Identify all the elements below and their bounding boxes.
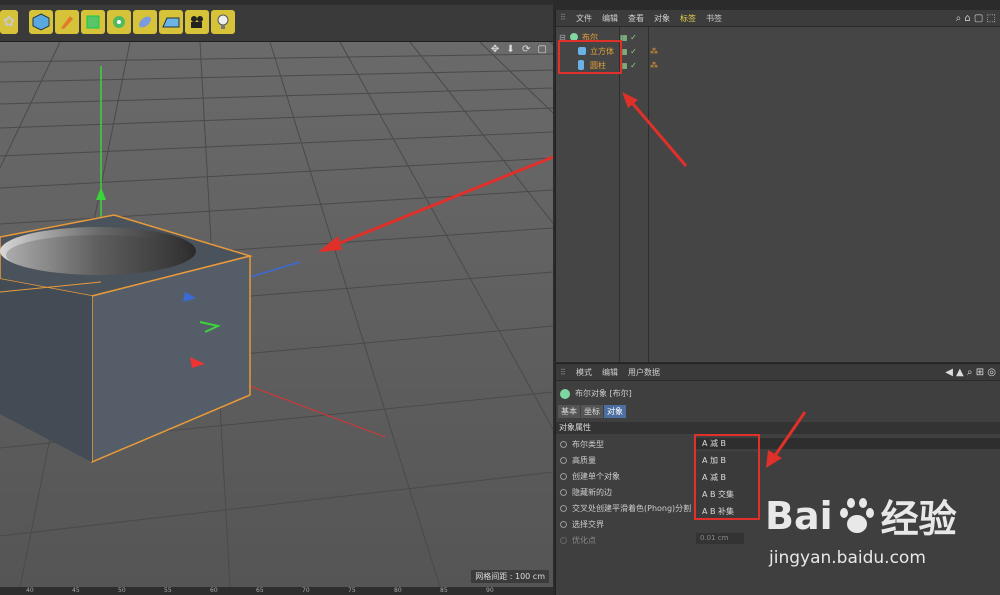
ruler-tick: 80	[394, 587, 402, 594]
boole-icon	[560, 388, 570, 399]
am-menu-userdata[interactable]: 用户数据	[628, 367, 660, 378]
prop-label: 布尔类型	[572, 440, 604, 449]
om-menu-view[interactable]: 查看	[628, 13, 644, 24]
annotation-arrow	[622, 92, 688, 167]
ruler-tick: 60	[210, 587, 218, 594]
camera-icon[interactable]	[185, 10, 209, 34]
visibility-flags[interactable]: ▦ ✓	[620, 61, 637, 70]
object-manager-menu: ⠿ 文件 编辑 查看 对象 标签 书签 ⌕ ⌂ ▢ ⬚	[556, 10, 1000, 27]
object-manager: ⠿ 文件 编辑 查看 对象 标签 书签 ⌕ ⌂ ▢ ⬚ ⊟ 布尔 ▦ ✓ 立方体…	[555, 10, 1000, 362]
radio-icon[interactable]	[560, 537, 567, 544]
ruler-tick: 85	[440, 587, 448, 594]
object-row-cube[interactable]: 立方体 ▦ ✓ ⁂	[556, 44, 1000, 58]
ruler-tick: 50	[118, 587, 126, 594]
material-tag-icon[interactable]: ⁂	[650, 47, 658, 56]
visibility-flags[interactable]: ▦ ✓	[620, 33, 637, 42]
prop-label: 选择交界	[572, 520, 604, 529]
paw-logo-icon	[835, 496, 879, 536]
prop-high-quality[interactable]: 高质量	[560, 455, 596, 466]
prop-label: 优化点	[572, 536, 596, 545]
mograph-icon[interactable]	[107, 10, 131, 34]
om-menu-objects[interactable]: 对象	[654, 13, 670, 24]
am-menu-mode[interactable]: 模式	[576, 367, 592, 378]
prop-label: 创建单个对象	[572, 472, 620, 481]
prop-boolean-type[interactable]: 布尔类型	[560, 439, 604, 450]
deformer-icon[interactable]	[133, 10, 157, 34]
visibility-flags[interactable]: ▦ ✓	[620, 47, 637, 56]
am-nav-icons[interactable]: ◀ ▲ ⌕ ⊞ ◎	[945, 367, 996, 378]
prop-phong-break[interactable]: 交叉处创建平滑着色(Phong)分割	[560, 503, 691, 514]
radio-icon[interactable]	[560, 473, 567, 480]
prop-label: 交叉处创建平滑着色(Phong)分割	[572, 504, 692, 513]
light-icon[interactable]	[211, 10, 235, 34]
ruler-tick: 90	[486, 587, 494, 594]
tab-object[interactable]: 对象	[604, 405, 626, 418]
highlight-box-objects	[558, 40, 622, 74]
timeline-ruler[interactable]: 40 45 50 55 60 65 70 75 80 85 90	[0, 587, 553, 595]
perspective-scene	[0, 42, 553, 587]
watermark-brand: Bai 经验	[765, 488, 957, 543]
3d-viewport[interactable]: ✥ ⬇ ⟳ ▢ 网格间距 : 100 cm	[0, 42, 553, 587]
object-row-boole[interactable]: ⊟ 布尔 ▦ ✓	[556, 30, 1000, 44]
floor-icon[interactable]	[159, 10, 183, 34]
baidu-jingyan-watermark: Bai 经验 jingyan.baidu.com	[765, 488, 995, 578]
ruler-tick: 75	[348, 587, 356, 594]
prop-select-intersection[interactable]: 选择交界	[560, 519, 604, 530]
grip-icon[interactable]: ⠿	[560, 368, 570, 377]
radio-icon[interactable]	[560, 489, 567, 496]
ruler-tick: 55	[164, 587, 172, 594]
column-divider	[619, 27, 620, 362]
attribute-tabs: 基本 坐标 对象	[558, 405, 626, 418]
object-title: 布尔对象 [布尔]	[560, 388, 632, 399]
tab-coord[interactable]: 坐标	[581, 405, 603, 418]
watermark-url: jingyan.baidu.com	[769, 548, 926, 568]
cube-tool-icon[interactable]	[29, 10, 53, 34]
prop-hide-new-edges[interactable]: 隐藏新的边	[560, 487, 612, 498]
prop-optimize-points[interactable]: 优化点	[560, 535, 596, 546]
material-tag-icon[interactable]: ⁂	[650, 61, 658, 70]
ruler-tick: 70	[302, 587, 310, 594]
attribute-manager-menu: ⠿ 模式 编辑 用户数据 ◀ ▲ ⌕ ⊞ ◎	[556, 364, 1000, 381]
am-menu-edit[interactable]: 编辑	[602, 367, 618, 378]
main-toolbar: ✿	[0, 0, 553, 42]
render-settings-icon[interactable]: ✿	[0, 10, 18, 34]
om-menu-file[interactable]: 文件	[576, 13, 592, 24]
ruler-tick: 40	[26, 587, 34, 594]
prop-label: 隐藏新的边	[572, 488, 612, 497]
highlight-box-boolean-type	[694, 434, 760, 520]
column-divider	[648, 27, 649, 362]
radio-icon[interactable]	[560, 457, 567, 464]
grip-icon[interactable]: ⠿	[560, 13, 570, 23]
pen-tool-icon[interactable]	[55, 10, 79, 34]
viewport-nav-icons[interactable]: ✥ ⬇ ⟳ ▢	[491, 44, 549, 55]
cinema4d-window: ✿ ✥ ⬇ ⟳ ▢ 网格间距: 100 cm 40 45 50 55 60 6…	[0, 0, 1000, 595]
prop-label: 高质量	[572, 456, 596, 465]
optimize-points-field[interactable]: 0.01 cm	[696, 533, 744, 544]
ruler-tick: 45	[72, 587, 80, 594]
om-menu-bookmarks[interactable]: 书签	[706, 13, 722, 24]
grid-spacing-label: 网格间距 : 100 cm	[471, 570, 549, 583]
object-row-cylinder[interactable]: 圆柱 ▦ ✓ ⁂	[556, 58, 1000, 72]
om-menu-edit[interactable]: 编辑	[602, 13, 618, 24]
om-search-home-icons[interactable]: ⌕ ⌂ ▢ ⬚	[956, 13, 996, 24]
radio-icon[interactable]	[560, 505, 567, 512]
menu-strip	[0, 0, 553, 5]
ruler-tick: 65	[256, 587, 264, 594]
om-menu-tags[interactable]: 标签	[680, 13, 696, 24]
object-title-text: 布尔对象 [布尔]	[575, 389, 632, 398]
tab-basic[interactable]: 基本	[558, 405, 580, 418]
radio-icon[interactable]	[560, 521, 567, 528]
subdivision-icon[interactable]	[81, 10, 105, 34]
prop-single-object[interactable]: 创建单个对象	[560, 471, 620, 482]
watermark-brand-left: Bai	[765, 493, 833, 538]
radio-icon[interactable]	[560, 441, 567, 448]
annotation-arrow	[766, 411, 807, 468]
watermark-brand-right: 经验	[880, 497, 957, 541]
